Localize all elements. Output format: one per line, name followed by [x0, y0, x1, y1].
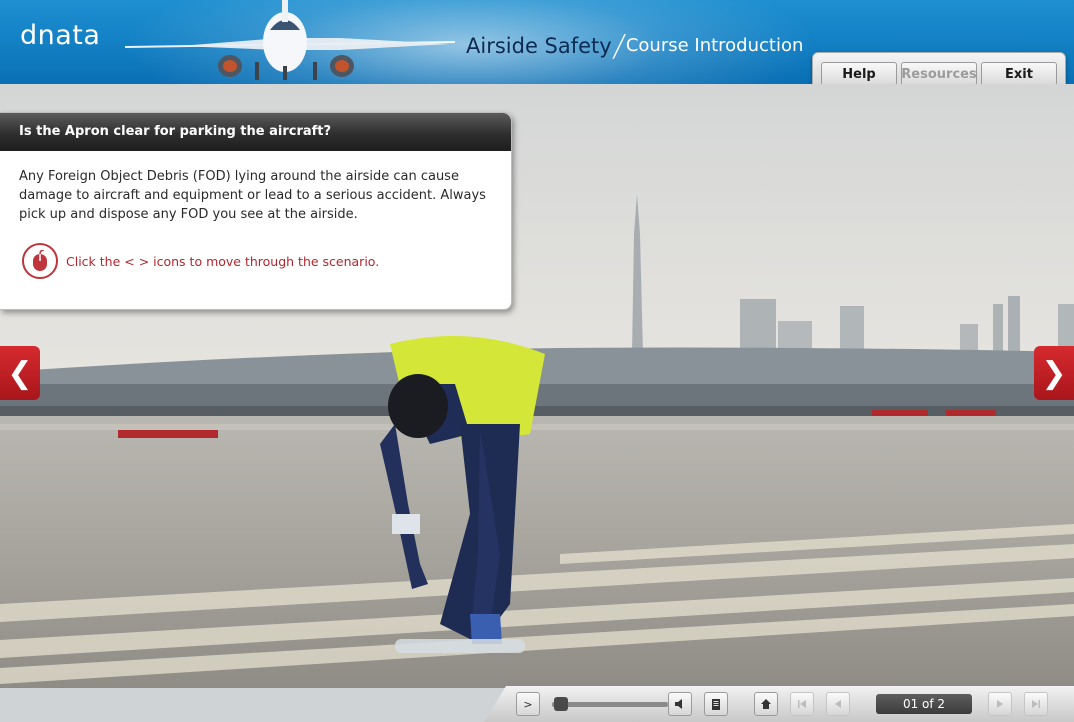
previous-arrow-button[interactable]: ❮	[0, 346, 40, 400]
panel-heading: Is the Apron clear for parking the aircr…	[0, 113, 511, 151]
scenario-info-panel: Is the Apron clear for parking the aircr…	[0, 112, 512, 310]
next-page-button[interactable]	[988, 692, 1012, 716]
player-control-bar: > 01 of 2	[484, 686, 1074, 722]
previous-page-button[interactable]	[826, 692, 850, 716]
resources-button[interactable]: Resources	[901, 62, 977, 84]
chevron-right-icon: ❯	[1041, 355, 1067, 391]
first-page-button[interactable]	[790, 692, 814, 716]
help-button[interactable]: Help	[821, 62, 897, 84]
progress-knob[interactable]	[554, 697, 568, 711]
page-indicator: 01 of 2	[876, 694, 972, 714]
airplane-illustration	[124, 0, 456, 80]
home-button[interactable]	[754, 692, 778, 716]
skip-forward-icon	[1032, 700, 1040, 708]
document-icon	[712, 698, 720, 710]
course-title-sub: Course Introduction	[625, 35, 804, 56]
transcript-button[interactable]	[704, 692, 728, 716]
panel-body-text: Any Foreign Object Debris (FOD) lying ar…	[19, 169, 486, 222]
progress-track[interactable]	[552, 702, 668, 707]
last-page-button[interactable]	[1024, 692, 1048, 716]
top-button-bar: Help Resources Exit	[812, 52, 1066, 84]
header-banner: dnata Airside Safety / Course Introducti…	[0, 0, 1074, 84]
skip-back-icon	[798, 700, 806, 708]
speaker-icon	[675, 699, 682, 709]
navigation-hint: Click the < > icons to move through the …	[22, 243, 379, 279]
audio-button[interactable]	[668, 692, 692, 716]
title-divider: /	[610, 29, 627, 64]
triangle-right-icon	[997, 700, 1003, 708]
exit-button[interactable]: Exit	[981, 62, 1057, 84]
dnata-logo: dnata	[20, 20, 101, 51]
chevron-left-icon: ❮	[7, 355, 33, 391]
course-title-main: Airside Safety	[466, 34, 612, 58]
course-title: Airside Safety / Course Introduction	[466, 22, 804, 64]
home-icon	[761, 699, 771, 709]
hint-text: Click the < > icons to move through the …	[66, 253, 380, 269]
mouse-icon	[22, 243, 58, 279]
triangle-left-icon	[835, 700, 841, 708]
next-arrow-button[interactable]: ❯	[1034, 346, 1074, 400]
play-icon: >	[523, 697, 533, 711]
play-button[interactable]: >	[516, 692, 540, 716]
